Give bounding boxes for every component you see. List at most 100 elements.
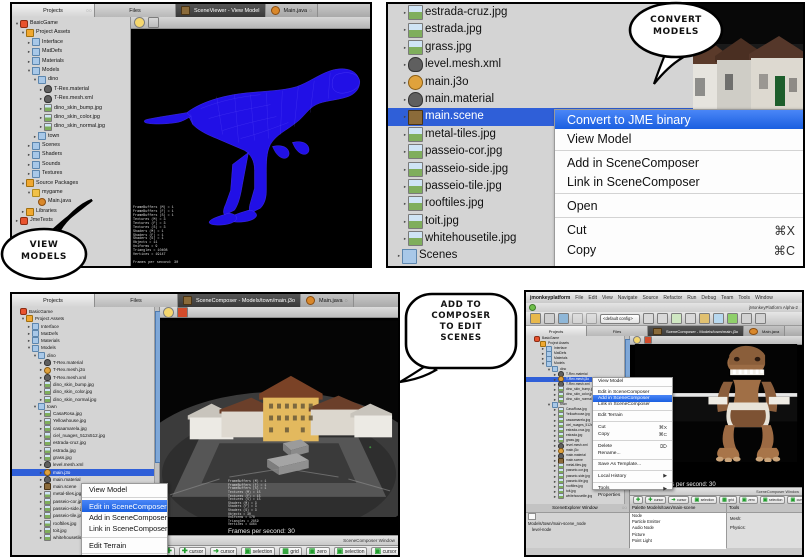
context-menu-convert[interactable]: Convert to JME binaryView Model Add in Sc… <box>554 109 805 268</box>
menu-item[interactable]: Link in SceneComposer <box>593 402 672 408</box>
tab-projects[interactable]: Projects ◌◌ <box>12 4 95 17</box>
menu-item[interactable]: View Model <box>555 129 805 148</box>
dock-pin-icons[interactable]: ◌◌ <box>622 504 627 512</box>
menubar-item[interactable]: Refactor <box>663 295 682 301</box>
status-chip[interactable]: ✚cursor <box>179 547 206 557</box>
tab-mainjava[interactable]: Main.java ◌ <box>266 4 319 17</box>
tree-row[interactable]: ▸MatDefs <box>12 47 130 56</box>
profile-icon[interactable] <box>699 313 710 324</box>
menubar-item[interactable]: Source <box>642 295 658 301</box>
run-icon[interactable] <box>671 313 682 324</box>
menu-item[interactable]: Add in SceneComposer <box>555 153 805 172</box>
build-icon[interactable] <box>643 313 654 324</box>
status-chip[interactable]: ▣zero <box>739 496 758 504</box>
undo-icon[interactable] <box>572 313 583 324</box>
config-combo[interactable]: <default config> <box>600 314 640 324</box>
menubar-item[interactable]: Debug <box>701 295 716 301</box>
tree-row[interactable]: ▸estrada.jpg <box>12 447 159 454</box>
step-over-icon[interactable] <box>741 313 752 324</box>
tree-row[interactable]: ▸Materials <box>12 337 159 344</box>
tab-mainjava[interactable]: Main.java <box>744 326 785 336</box>
menu-item[interactable]: Delete⌦ <box>593 443 672 450</box>
new-project-icon[interactable] <box>530 313 541 324</box>
status-chip[interactable]: ▣selection <box>691 496 717 504</box>
tab-projects[interactable]: Projects <box>526 326 587 336</box>
menubar-app-name[interactable]: jmonkeyplatform <box>530 295 570 301</box>
tree-row[interactable]: ▾Models <box>12 344 159 351</box>
tree-row[interactable]: ▾dino <box>12 75 130 84</box>
tab-mainjava[interactable]: Main.java ◌ <box>301 294 354 307</box>
tree-row[interactable]: ▸Materials <box>12 57 130 66</box>
menu-item[interactable]: Link in SceneComposer <box>555 172 805 191</box>
tree-row[interactable]: ▸town <box>12 132 130 141</box>
status-chip[interactable]: ▣zero <box>306 547 330 557</box>
tab-scenecomposer[interactable]: SceneComposer - Models/town/main.j3o <box>178 294 301 307</box>
tree-row[interactable]: ▸dino_skin_color.jpg <box>12 388 159 395</box>
menu-item[interactable]: Cut⌘X <box>555 220 805 240</box>
tree-row[interactable]: ▸T-Rex.mesh.xml <box>12 94 130 103</box>
menu-item[interactable]: Rename... <box>593 451 672 457</box>
tree-row[interactable]: ▸dino_skin_normal.jpg <box>12 396 159 403</box>
menu-item[interactable]: Edit Terrain <box>82 540 167 551</box>
context-menu-addcomposer[interactable]: View ModelEdit in SceneComposerAdd in Sc… <box>592 377 673 490</box>
tree-row[interactable]: ▸MatDefs <box>12 330 159 337</box>
tab-files[interactable]: Files <box>587 326 648 336</box>
tree-row[interactable]: ▾Source Packages <box>12 179 130 188</box>
tree-row[interactable]: ▾Project Assets <box>12 315 159 322</box>
step-icon[interactable] <box>713 313 724 324</box>
tree-row[interactable]: ▸main.j3o <box>12 469 159 476</box>
tree-row[interactable]: ▾Models <box>12 66 130 75</box>
menubar-item[interactable]: File <box>575 295 583 301</box>
cube-icon[interactable] <box>644 336 652 344</box>
tree-row[interactable]: ▾Project Assets <box>12 28 130 37</box>
clean-build-icon[interactable] <box>657 313 668 324</box>
menu-item[interactable]: View Model <box>593 378 672 384</box>
menu-item[interactable]: Open <box>555 196 805 215</box>
tree-row[interactable]: ▸T-Rex.material <box>12 85 130 94</box>
tree-row[interactable]: ▾dino <box>12 352 159 359</box>
menu-item[interactable]: Properties <box>593 492 672 498</box>
menubar-item[interactable]: Edit <box>588 295 597 301</box>
tree-row[interactable]: ▾BasicGame <box>12 19 130 28</box>
tree-row[interactable]: ▸dino_skin_normal.jpg <box>12 122 130 131</box>
menu-item[interactable]: Convert to JME binary <box>555 110 805 129</box>
light-bulb-icon[interactable] <box>633 336 641 344</box>
tree-row[interactable]: ▸level.mesh.xml <box>12 461 159 468</box>
tree-row[interactable]: ▸dino_skin_color.jpg <box>12 113 130 122</box>
close-icon[interactable]: ◌ <box>345 298 348 304</box>
status-chip[interactable]: ▣selection <box>760 496 786 504</box>
menu-item[interactable]: Edit Terrain <box>593 413 672 419</box>
tree-row[interactable]: ▸Yellowhouse.jpg <box>12 417 159 424</box>
menubar-item[interactable]: Run <box>687 295 696 301</box>
debug-icon[interactable] <box>685 313 696 324</box>
menubar-item[interactable]: View <box>602 295 613 301</box>
menubar-item[interactable]: Navigate <box>618 295 638 301</box>
tree-row[interactable]: ▸Sounds <box>12 160 130 169</box>
scene-explorer-toolbar[interactable] <box>526 513 629 520</box>
tree-row[interactable]: ▸Scenes <box>12 141 130 150</box>
explorer-button-icon[interactable] <box>528 513 536 520</box>
menu-item[interactable]: Link in SceneComposer <box>82 523 167 534</box>
ide-toolbar[interactable]: <default config> <box>526 312 802 326</box>
viewport-scenecomposer[interactable]: FrameBuffers (M) = 1 FrameBuffers (F) = … <box>160 307 398 557</box>
tree-row[interactable]: ▸ciel_nuages_512x512.jpg <box>12 432 159 439</box>
tab-sceneviewer[interactable]: SceneViewer - View Model <box>176 4 266 17</box>
tree-row[interactable]: ▸grass.jpg <box>12 454 159 461</box>
scene-explorer-node[interactable]: level-node <box>526 527 629 532</box>
tree-row[interactable]: ▸estrada-cruz.jpg <box>12 439 159 446</box>
tree-row[interactable]: ▸Interface <box>12 323 159 330</box>
close-icon[interactable]: ◌ <box>309 8 312 14</box>
tree-row[interactable]: ▸dino_skin_bump.jpg <box>12 381 159 388</box>
menu-item[interactable]: Tools▶ <box>593 485 672 492</box>
save-all-icon[interactable] <box>558 313 569 324</box>
palette-item[interactable]: Point Light <box>630 538 726 544</box>
palette-list[interactable]: NodeParticle EmitterAudio NodePicturePoi… <box>630 513 726 549</box>
tree-row[interactable]: ▸Textures <box>12 169 130 178</box>
tab-files[interactable]: Files <box>95 294 178 307</box>
redo-icon[interactable] <box>586 313 597 324</box>
step-into-icon[interactable] <box>755 313 766 324</box>
menu-item[interactable]: Copy⌘C <box>555 240 805 260</box>
tree-row[interactable]: ▸T-Rex.mesh.j3o <box>12 366 159 373</box>
status-chip[interactable]: ➜cursor <box>210 547 237 557</box>
open-project-icon[interactable] <box>544 313 555 324</box>
